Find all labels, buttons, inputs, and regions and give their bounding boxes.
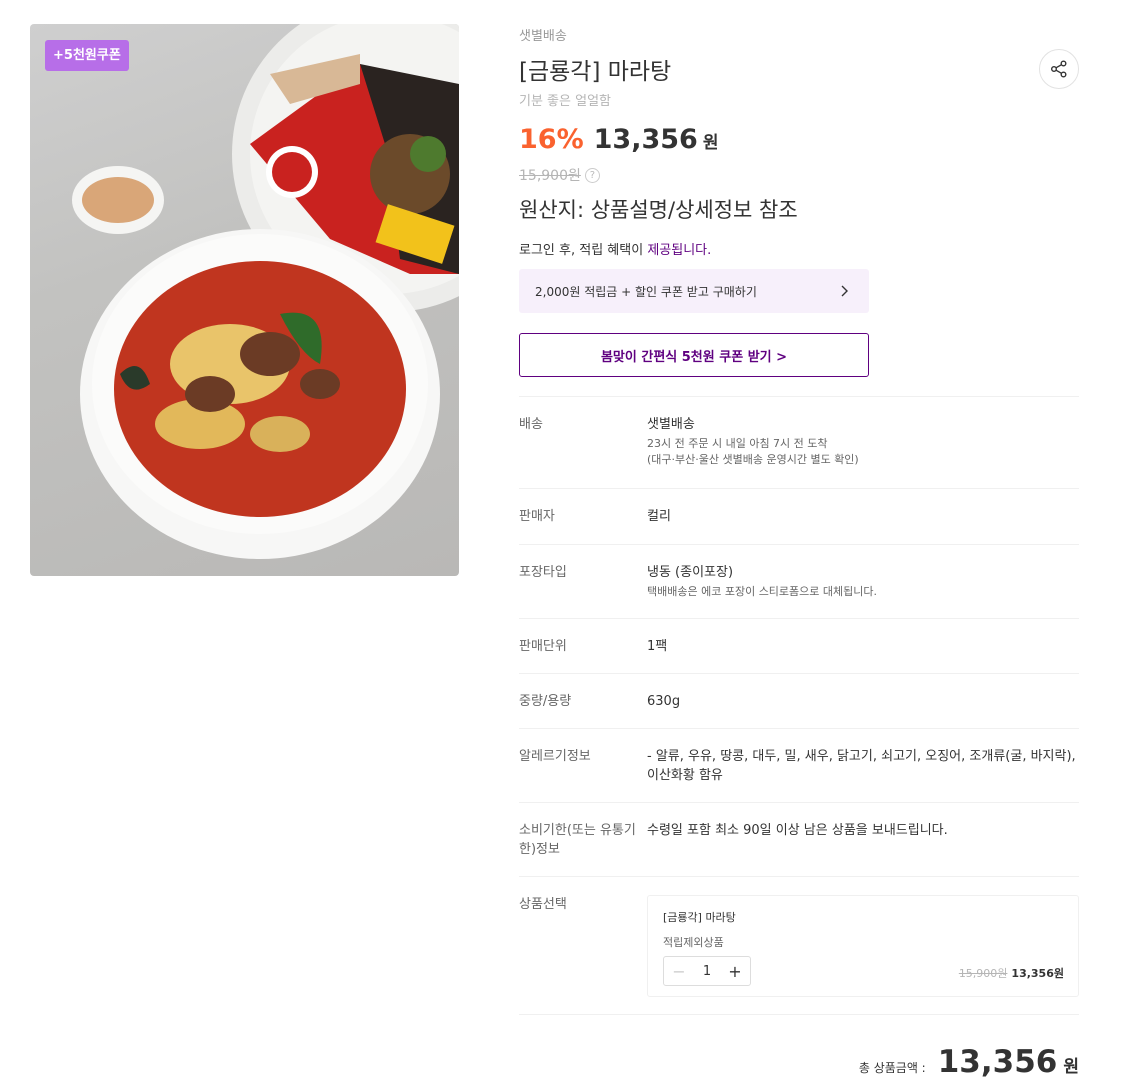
detail-label: 배송 <box>519 417 543 432</box>
detail-sub: 23시 전 주문 시 내일 아침 7시 전 도착 <box>647 437 828 450</box>
detail-label: 상품선택 <box>519 897 567 912</box>
detail-label: 판매자 <box>519 509 555 524</box>
option-original-price: 15,900원 <box>958 967 1008 980</box>
origin-info: 원산지: 상품설명/상세정보 참조 <box>519 198 798 222</box>
detail-label: 중량/용량 <box>519 694 572 709</box>
quantity-stepper: − 1 + <box>663 956 751 986</box>
benefit-banner[interactable]: 2,000원 적립금 + 할인 쿠폰 받고 구매하기 <box>519 269 869 313</box>
coupon-badge: +5천원쿠폰 <box>45 40 129 71</box>
benefit-text: 2,000원 적립금 + 할인 쿠폰 받고 구매하기 <box>535 284 757 299</box>
total-label: 총 상품금액 : <box>858 1061 926 1075</box>
plus-button[interactable]: + <box>728 962 742 981</box>
price-row: 16% 13,356 원 <box>519 124 718 155</box>
detail-row-allergy: 알레르기정보 - 알류, 우유, 땅콩, 대두, 밀, 새우, 닭고기, 쇠고기… <box>519 729 1079 803</box>
share-icon <box>1051 60 1067 78</box>
option-prices: 15,900원 13,356원 <box>959 964 1064 983</box>
option-name: [금룡각] 마라탕 <box>663 911 736 924</box>
detail-sub: (대구·부산·울산 샛별배송 운영시간 별도 확인) <box>647 453 859 466</box>
detail-label: 포장타입 <box>519 565 567 580</box>
coupon-button[interactable]: 봄맞이 간편식 5천원 쿠폰 받기 > <box>519 333 869 377</box>
discount-rate: 16% <box>519 124 584 155</box>
share-button[interactable] <box>1039 49 1079 89</box>
detail-label: 소비기한(또는 유통기한)정보 <box>519 823 636 857</box>
minus-button[interactable]: − <box>672 962 686 981</box>
price-unit: 원 <box>702 133 719 153</box>
detail-label: 판매단위 <box>519 639 567 654</box>
login-note: 로그인 후, 적립 혜택이 제공됩니다. <box>519 239 711 258</box>
sale-price: 13,356 <box>593 124 698 155</box>
detail-row-expiry: 소비기한(또는 유통기한)정보 수령일 포함 최소 90일 이상 남은 상품을 … <box>519 803 1079 877</box>
detail-value: 샛별배송 <box>647 417 695 432</box>
original-price: 15,900원 <box>519 168 581 184</box>
login-note-suffix: 제공됩니다. <box>647 243 712 258</box>
detail-row-seller: 판매자 컬리 <box>519 489 1079 545</box>
detail-value: 컬리 <box>647 509 671 524</box>
product-image: +5천원쿠폰 <box>30 24 459 576</box>
detail-row-packaging: 포장타입 냉동 (종이포장) 택배배송은 에코 포장이 스티로폼으로 대체됩니다… <box>519 545 1079 619</box>
detail-row-unit: 판매단위 1팩 <box>519 619 1079 674</box>
detail-value: 냉동 (종이포장) <box>647 565 734 580</box>
login-note-prefix: 로그인 후, 적립 혜택이 <box>519 243 648 258</box>
total-value: 13,356 <box>937 1044 1058 1080</box>
detail-sub: 택배배송은 에코 포장이 스티로폼으로 대체됩니다. <box>647 585 878 598</box>
chevron-right-icon <box>841 285 848 297</box>
total-price: 총 상품금액 : 13,356 원 <box>859 1044 1079 1080</box>
detail-row-option: 상품선택 [금룡각] 마라탕 적립제외상품 − 1 + 15,900원 13,3… <box>519 877 1079 1015</box>
original-price-row: 15,900원 ? <box>519 165 600 185</box>
detail-value: 1팩 <box>647 639 668 654</box>
detail-value: 수령일 포함 최소 90일 이상 남은 상품을 보내드립니다. <box>647 823 948 838</box>
quantity-value: 1 <box>702 963 712 979</box>
option-price: 13,356원 <box>1011 967 1064 980</box>
detail-value: - 알류, 우유, 땅콩, 대두, 밀, 새우, 닭고기, 쇠고기, 오징어, … <box>647 749 1076 783</box>
delivery-tag: 샛별배송 <box>519 29 567 44</box>
option-sub: 적립제외상품 <box>663 936 724 949</box>
product-subtitle: 기분 좋은 얼얼함 <box>519 94 611 109</box>
help-icon[interactable]: ? <box>584 167 600 183</box>
detail-table: 배송 샛별배송 23시 전 주문 시 내일 아침 7시 전 도착 (대구·부산·… <box>519 396 1079 1015</box>
detail-label: 알레르기정보 <box>519 749 591 764</box>
detail-row-weight: 중량/용량 630g <box>519 674 1079 729</box>
total-unit: 원 <box>1063 1057 1079 1077</box>
food-photo <box>72 24 459 559</box>
option-box: [금룡각] 마라탕 적립제외상품 − 1 + 15,900원 13,356원 <box>647 895 1079 997</box>
detail-row-delivery: 배송 샛별배송 23시 전 주문 시 내일 아침 7시 전 도착 (대구·부산·… <box>519 397 1079 489</box>
detail-value: 630g <box>647 694 681 709</box>
product-title: [금룡각] 마라탕 <box>519 59 672 85</box>
